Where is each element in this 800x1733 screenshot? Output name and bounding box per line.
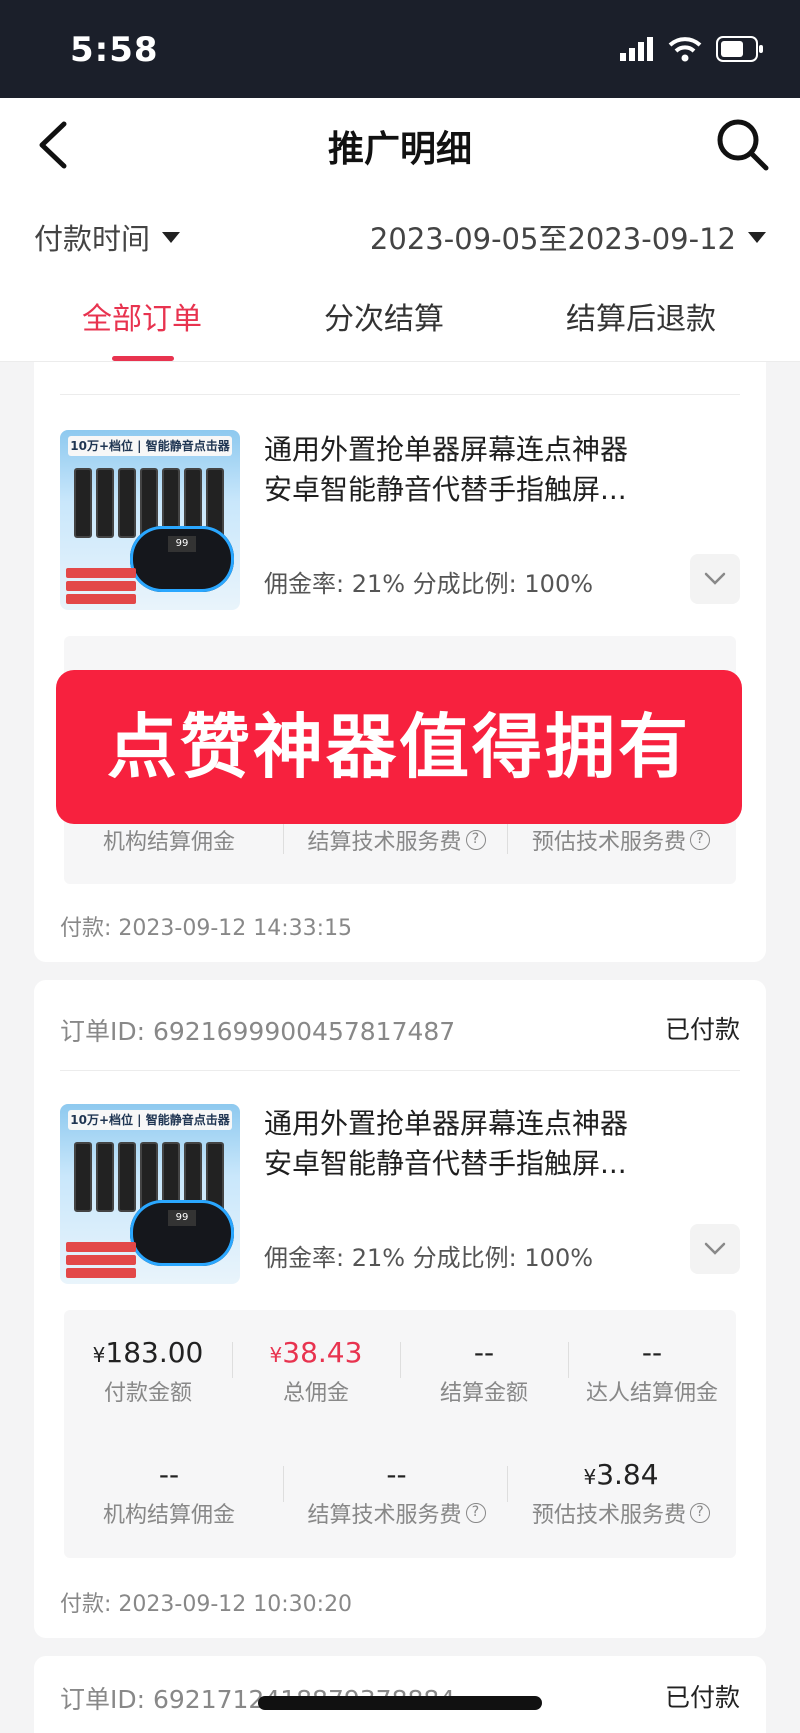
- stat-total-commission: ¥38.43 总佣金: [269, 1336, 363, 1406]
- tab-refund-after-settlement[interactable]: 结算后退款: [566, 294, 716, 338]
- home-indicator[interactable]: [258, 1696, 542, 1710]
- expand-button[interactable]: [690, 554, 740, 604]
- thumb-banner: 10万+档位 | 智能静音点击器: [68, 436, 232, 456]
- thumb-screen: 99: [168, 1210, 196, 1226]
- stat-estimated-service-fee: ¥3.84 预估技术服务费?: [512, 1458, 730, 1529]
- product-thumbnail[interactable]: 10万+档位 | 智能静音点击器 99: [60, 1104, 240, 1284]
- battery-icon: [716, 36, 763, 62]
- tab-all-orders[interactable]: 全部订单: [82, 294, 202, 338]
- clicker-device: 99: [130, 526, 234, 592]
- chevron-down-icon: [704, 1242, 726, 1255]
- thumb-screen: 99: [168, 536, 196, 552]
- expand-button[interactable]: [690, 1224, 740, 1274]
- filter-row: 付款时间 2023-09-05至2023-09-12: [0, 208, 800, 264]
- search-icon: [717, 119, 769, 171]
- order-card: 订单ID: 6921699900457817487 已付款 10万+档位 | 智…: [34, 980, 766, 1638]
- status-time: 5:58: [70, 30, 159, 70]
- stat-payment-amount: ¥183.00 付款金额: [92, 1336, 204, 1406]
- tab-installment-settlement[interactable]: 分次结算: [324, 294, 444, 338]
- order-status: 已付款: [664, 1683, 740, 1712]
- help-icon[interactable]: ?: [465, 1503, 486, 1523]
- chevron-down-icon: [704, 572, 726, 585]
- stat-settlement-amount: -- 结算金额: [439, 1336, 528, 1406]
- signal-icon: [620, 37, 653, 61]
- time-type-label: 付款时间: [34, 222, 151, 256]
- stat-settled-service-fee: -- 结算技术服务费?: [289, 1458, 504, 1529]
- product-title[interactable]: 通用外置抢单器屏幕连点神器 安卓智能静音代替手指触屏...: [264, 1104, 674, 1184]
- dropdown-caret-icon: [162, 231, 181, 243]
- order-card: 订单ID: 6921712418879378884 已付款: [34, 1656, 766, 1733]
- page-title: 推广明细: [327, 129, 472, 170]
- search-button[interactable]: [714, 116, 770, 172]
- date-range-label: 2023-09-05至2023-09-12: [369, 222, 736, 256]
- wifi-icon: [668, 37, 702, 62]
- tab-bar: 全部订单 分次结算 结算后退款: [0, 284, 800, 362]
- nav-row: 推广明细: [0, 98, 800, 192]
- stat-agency-commission: -- 机构结算佣金: [102, 1458, 235, 1528]
- payment-time: 付款: 2023-09-12 14:33:15: [60, 916, 353, 941]
- payment-time: 付款: 2023-09-12 10:30:20: [60, 1592, 353, 1617]
- product-thumbnail[interactable]: 10万+档位 | 智能静音点击器 99: [60, 430, 240, 610]
- divider: [60, 1070, 740, 1071]
- stats-panel: ¥183.00 付款金额 ¥38.43 总佣金 -- 结算金额 -- 达人结算佣…: [64, 1310, 736, 1558]
- status-bar: 5:58: [0, 0, 800, 98]
- order-status: 已付款: [664, 1015, 740, 1044]
- commission-rate: 佣金率: 21% 分成比例: 100%: [264, 570, 594, 598]
- date-range-filter[interactable]: 2023-09-05至2023-09-12: [370, 216, 766, 258]
- header: 推广明细 付款时间 2023-09-05至2023-09-12 全部订单 分次结…: [0, 98, 800, 362]
- stat-talent-commission: -- 达人结算佣金: [585, 1336, 718, 1406]
- help-icon[interactable]: ?: [690, 1503, 710, 1523]
- thumb-banner: 10万+档位 | 智能静音点击器: [68, 1110, 232, 1130]
- clicker-device: 99: [130, 1200, 234, 1266]
- active-tab-indicator: [112, 356, 174, 361]
- divider: [60, 394, 740, 395]
- product-title-line2: 安卓智能静音代替手指触屏...: [264, 1147, 627, 1180]
- status-icons: [620, 36, 764, 62]
- order-card: 10万+档位 | 智能静音点击器 99 通用外置抢单器屏幕连点神器 安卓智能静音…: [34, 362, 766, 962]
- product-title[interactable]: 通用外置抢单器屏幕连点神器 安卓智能静音代替手指触屏...: [264, 430, 674, 510]
- commission-rate: 佣金率: 21% 分成比例: 100%: [264, 1244, 594, 1272]
- product-title-line2: 安卓智能静音代替手指触屏...: [264, 473, 627, 506]
- help-icon[interactable]: ?: [690, 830, 710, 850]
- product-title-line1: 通用外置抢单器屏幕连点神器: [264, 433, 629, 466]
- dropdown-caret-icon: [748, 231, 766, 243]
- promo-overlay-banner: 点赞神器值得拥有: [56, 670, 742, 824]
- product-title-line1: 通用外置抢单器屏幕连点神器: [264, 1107, 629, 1140]
- order-id: 订单ID: 6921699900457817487: [60, 1017, 456, 1046]
- time-type-filter[interactable]: 付款时间: [34, 216, 181, 258]
- help-icon[interactable]: ?: [465, 830, 486, 850]
